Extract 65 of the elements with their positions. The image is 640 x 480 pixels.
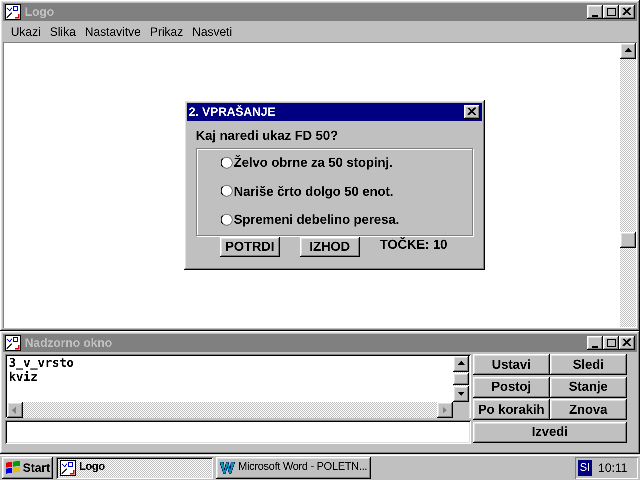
- dialog-button[interactable]: POTRDI: [220, 236, 280, 256]
- language-indicator[interactable]: SI: [578, 460, 592, 476]
- command-button[interactable]: Stanje: [550, 376, 627, 398]
- taskbar-button[interactable]: Microsoft Word - POLETN...: [216, 456, 372, 478]
- menu-item[interactable]: Prikaz: [150, 22, 184, 40]
- window-title: Logo: [25, 4, 56, 21]
- close-icon: [621, 7, 633, 17]
- menu-item[interactable]: Nasveti: [192, 22, 232, 40]
- option-label[interactable]: Želvo obrne za 50 stopinj.: [234, 153, 393, 173]
- command-button[interactable]: Znova: [550, 399, 627, 420]
- start-button[interactable]: Start: [2, 456, 54, 478]
- word-icon: [220, 460, 236, 474]
- logo-icon: [5, 335, 21, 351]
- command-button[interactable]: Izvedi: [473, 422, 627, 442]
- command-button[interactable]: Sledi: [550, 354, 627, 375]
- scroll-right-button[interactable]: [437, 402, 453, 418]
- caret-down-icon: [456, 390, 466, 398]
- maximize-icon: [605, 7, 617, 17]
- scroll-thumb[interactable]: [620, 232, 636, 248]
- dialog-button[interactable]: IZHOD: [300, 236, 360, 256]
- output-line: kviz: [9, 370, 39, 384]
- minimize-icon: [592, 14, 598, 16]
- scroll-down-button[interactable]: [453, 386, 469, 402]
- close-icon: [466, 107, 478, 117]
- command-button[interactable]: Ustavi: [473, 354, 550, 375]
- scroll-up-button[interactable]: [620, 43, 636, 59]
- radio-button[interactable]: [221, 214, 233, 226]
- maximize-button[interactable]: [603, 336, 619, 350]
- vertical-scrollbar[interactable]: [620, 43, 636, 327]
- scroll-left-button[interactable]: [7, 402, 23, 418]
- logo-icon: [60, 460, 76, 476]
- windows-flag-icon: [5, 460, 21, 474]
- minimize-icon: [592, 346, 598, 348]
- window-title: Nadzorno okno: [25, 335, 114, 352]
- horizontal-scrollbar[interactable]: [7, 402, 453, 418]
- command-field[interactable]: [5, 420, 471, 444]
- minimize-button[interactable]: [587, 5, 603, 19]
- command-button[interactable]: Po korakih: [473, 399, 550, 420]
- maximize-button[interactable]: [603, 5, 619, 19]
- logo-icon: [5, 4, 21, 20]
- close-button[interactable]: [619, 336, 635, 350]
- question-text: Kaj naredi ukaz FD 50?: [196, 127, 340, 145]
- scroll-thumb[interactable]: [453, 373, 469, 385]
- close-button[interactable]: [619, 5, 635, 19]
- caret-right-icon: [440, 406, 450, 414]
- close-icon: [621, 338, 633, 348]
- scroll-up-button[interactable]: [453, 356, 469, 372]
- vertical-scrollbar[interactable]: [453, 356, 469, 402]
- score-text: TOČKE: 10: [380, 236, 448, 254]
- taskbar-button[interactable]: Logo: [56, 456, 214, 478]
- menu-item[interactable]: Slika: [50, 22, 76, 40]
- scrollbar-corner: [453, 402, 469, 418]
- option-label[interactable]: Spremeni debelino peresa.: [234, 210, 400, 230]
- menu-item[interactable]: Nastavitve: [85, 22, 142, 40]
- clock: 10:11: [598, 460, 628, 476]
- radio-button[interactable]: [221, 156, 233, 169]
- command-button[interactable]: Postoj: [473, 376, 550, 398]
- window-title: 2. VPRAŠANJE: [189, 104, 277, 121]
- radio-button[interactable]: [221, 185, 233, 198]
- minimize-button[interactable]: [587, 336, 603, 350]
- maximize-icon: [605, 338, 617, 348]
- close-button[interactable]: [464, 105, 480, 119]
- option-label[interactable]: Nariše črto dolgo 50 enot.: [234, 182, 394, 202]
- menu-item[interactable]: Ukazi: [11, 22, 42, 40]
- output-line: 3_v_vrsto: [9, 356, 76, 370]
